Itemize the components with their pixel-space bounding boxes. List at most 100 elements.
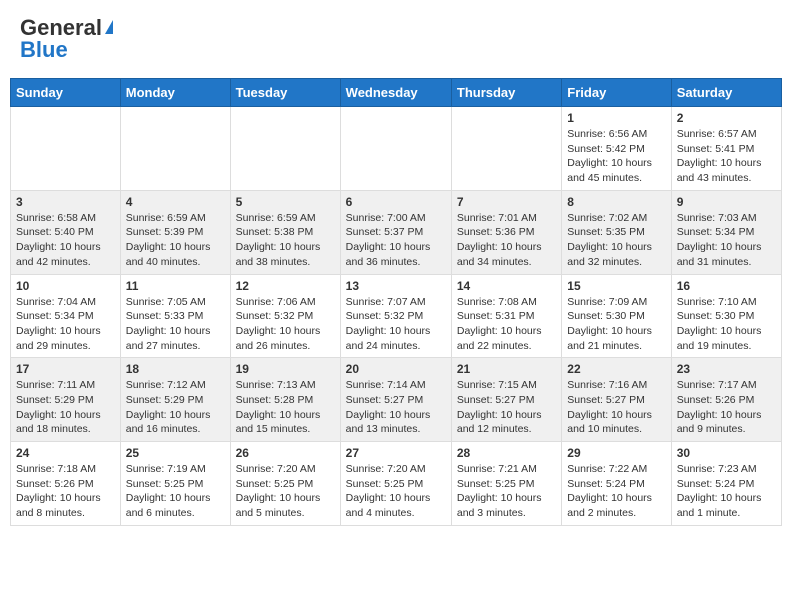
day-number: 22: [567, 362, 665, 376]
day-number: 27: [346, 446, 446, 460]
calendar-cell: 1 Sunrise: 6:56 AMSunset: 5:42 PMDaylight…: [562, 107, 671, 191]
calendar-week-4: 17 Sunrise: 7:11 AMSunset: 5:29 PMDayligh…: [11, 358, 782, 442]
calendar-cell: 22 Sunrise: 7:16 AMSunset: 5:27 PMDayligh…: [562, 358, 671, 442]
calendar-cell: 12 Sunrise: 7:06 AMSunset: 5:32 PMDayligh…: [230, 274, 340, 358]
day-number: 15: [567, 279, 665, 293]
day-number: 30: [677, 446, 776, 460]
day-info: Sunrise: 7:06 AMSunset: 5:32 PMDaylight:…: [236, 295, 335, 354]
day-info: Sunrise: 6:57 AMSunset: 5:41 PMDaylight:…: [677, 127, 776, 186]
day-number: 13: [346, 279, 446, 293]
day-info: Sunrise: 6:58 AMSunset: 5:40 PMDaylight:…: [16, 211, 115, 270]
calendar-header-wednesday: Wednesday: [340, 79, 451, 107]
calendar-week-2: 3Sunrise: 6:58 AMSunset: 5:40 PMDaylight…: [11, 190, 782, 274]
day-info: Sunrise: 6:59 AMSunset: 5:39 PMDaylight:…: [126, 211, 225, 270]
calendar-week-1: 1 Sunrise: 6:56 AMSunset: 5:42 PMDaylight…: [11, 107, 782, 191]
day-number: 26: [236, 446, 335, 460]
day-number: 9: [677, 195, 776, 209]
calendar-cell: [11, 107, 121, 191]
day-info: Sunrise: 7:11 AMSunset: 5:29 PMDaylight:…: [16, 378, 115, 437]
calendar-cell: 23 Sunrise: 7:17 AMSunset: 5:26 PMDayligh…: [671, 358, 781, 442]
calendar-cell: 21 Sunrise: 7:15 AMSunset: 5:27 PMDayligh…: [451, 358, 561, 442]
day-number: 2: [677, 111, 776, 125]
calendar-cell: 17 Sunrise: 7:11 AMSunset: 5:29 PMDayligh…: [11, 358, 121, 442]
day-number: 4: [126, 195, 225, 209]
calendar-cell: 25 Sunrise: 7:19 AMSunset: 5:25 PMDayligh…: [120, 442, 230, 526]
day-number: 11: [126, 279, 225, 293]
day-number: 17: [16, 362, 115, 376]
day-info: Sunrise: 7:19 AMSunset: 5:25 PMDaylight:…: [126, 462, 225, 521]
day-number: 8: [567, 195, 665, 209]
calendar-cell: 20 Sunrise: 7:14 AMSunset: 5:27 PMDayligh…: [340, 358, 451, 442]
day-info: Sunrise: 7:05 AMSunset: 5:33 PMDaylight:…: [126, 295, 225, 354]
calendar-table: SundayMondayTuesdayWednesdayThursdayFrid…: [10, 78, 782, 526]
calendar-cell: 29 Sunrise: 7:22 AMSunset: 5:24 PMDayligh…: [562, 442, 671, 526]
day-number: 21: [457, 362, 556, 376]
day-number: 12: [236, 279, 335, 293]
calendar-cell: 11 Sunrise: 7:05 AMSunset: 5:33 PMDayligh…: [120, 274, 230, 358]
calendar-cell: 2 Sunrise: 6:57 AMSunset: 5:41 PMDaylight…: [671, 107, 781, 191]
calendar-cell: [451, 107, 561, 191]
day-info: Sunrise: 7:00 AMSunset: 5:37 PMDaylight:…: [346, 211, 446, 270]
day-info: Sunrise: 7:16 AMSunset: 5:27 PMDaylight:…: [567, 378, 665, 437]
calendar-week-5: 24Sunrise: 7:18 AMSunset: 5:26 PMDayligh…: [11, 442, 782, 526]
day-info: Sunrise: 7:03 AMSunset: 5:34 PMDaylight:…: [677, 211, 776, 270]
day-info: Sunrise: 7:15 AMSunset: 5:27 PMDaylight:…: [457, 378, 556, 437]
day-number: 20: [346, 362, 446, 376]
day-info: Sunrise: 7:08 AMSunset: 5:31 PMDaylight:…: [457, 295, 556, 354]
day-number: 1: [567, 111, 665, 125]
calendar-cell: 7 Sunrise: 7:01 AMSunset: 5:36 PMDaylight…: [451, 190, 561, 274]
calendar-cell: 26Sunrise: 7:20 AMSunset: 5:25 PMDayligh…: [230, 442, 340, 526]
day-info: Sunrise: 7:04 AMSunset: 5:34 PMDaylight:…: [16, 295, 115, 354]
logo: General Blue: [20, 15, 113, 63]
calendar-cell: 10 Sunrise: 7:04 AMSunset: 5:34 PMDayligh…: [11, 274, 121, 358]
day-number: 10: [16, 279, 115, 293]
day-number: 25: [126, 446, 225, 460]
calendar-header-row: SundayMondayTuesdayWednesdayThursdayFrid…: [11, 79, 782, 107]
day-number: 16: [677, 279, 776, 293]
day-info: Sunrise: 6:56 AMSunset: 5:42 PMDaylight:…: [567, 127, 665, 186]
day-number: 29: [567, 446, 665, 460]
calendar-cell: 24Sunrise: 7:18 AMSunset: 5:26 PMDayligh…: [11, 442, 121, 526]
calendar-cell: 5 Sunrise: 6:59 AMSunset: 5:38 PMDaylight…: [230, 190, 340, 274]
logo-triangle-icon: [105, 20, 113, 34]
day-info: Sunrise: 7:22 AMSunset: 5:24 PMDaylight:…: [567, 462, 665, 521]
calendar-cell: 27 Sunrise: 7:20 AMSunset: 5:25 PMDayligh…: [340, 442, 451, 526]
day-number: 28: [457, 446, 556, 460]
calendar-cell: 30 Sunrise: 7:23 AMSunset: 5:24 PMDayligh…: [671, 442, 781, 526]
day-info: Sunrise: 7:10 AMSunset: 5:30 PMDaylight:…: [677, 295, 776, 354]
day-info: Sunrise: 7:23 AMSunset: 5:24 PMDaylight:…: [677, 462, 776, 521]
day-info: Sunrise: 7:17 AMSunset: 5:26 PMDaylight:…: [677, 378, 776, 437]
calendar-cell: 14Sunrise: 7:08 AMSunset: 5:31 PMDayligh…: [451, 274, 561, 358]
day-info: Sunrise: 7:07 AMSunset: 5:32 PMDaylight:…: [346, 295, 446, 354]
calendar-cell: 13 Sunrise: 7:07 AMSunset: 5:32 PMDayligh…: [340, 274, 451, 358]
page-header: General Blue: [10, 10, 782, 68]
calendar-cell: [120, 107, 230, 191]
day-info: Sunrise: 7:01 AMSunset: 5:36 PMDaylight:…: [457, 211, 556, 270]
day-info: Sunrise: 6:59 AMSunset: 5:38 PMDaylight:…: [236, 211, 335, 270]
day-info: Sunrise: 7:12 AMSunset: 5:29 PMDaylight:…: [126, 378, 225, 437]
day-number: 5: [236, 195, 335, 209]
day-number: 24: [16, 446, 115, 460]
day-info: Sunrise: 7:21 AMSunset: 5:25 PMDaylight:…: [457, 462, 556, 521]
calendar-cell: 15Sunrise: 7:09 AMSunset: 5:30 PMDayligh…: [562, 274, 671, 358]
day-info: Sunrise: 7:14 AMSunset: 5:27 PMDaylight:…: [346, 378, 446, 437]
day-info: Sunrise: 7:20 AMSunset: 5:25 PMDaylight:…: [346, 462, 446, 521]
calendar-cell: 6Sunrise: 7:00 AMSunset: 5:37 PMDaylight…: [340, 190, 451, 274]
day-number: 18: [126, 362, 225, 376]
calendar-cell: 3Sunrise: 6:58 AMSunset: 5:40 PMDaylight…: [11, 190, 121, 274]
calendar-cell: 4 Sunrise: 6:59 AMSunset: 5:39 PMDaylight…: [120, 190, 230, 274]
day-number: 23: [677, 362, 776, 376]
calendar-cell: [230, 107, 340, 191]
calendar-cell: 28 Sunrise: 7:21 AMSunset: 5:25 PMDayligh…: [451, 442, 561, 526]
calendar-header-saturday: Saturday: [671, 79, 781, 107]
calendar-header-tuesday: Tuesday: [230, 79, 340, 107]
calendar-cell: 9 Sunrise: 7:03 AMSunset: 5:34 PMDaylight…: [671, 190, 781, 274]
calendar-week-3: 10 Sunrise: 7:04 AMSunset: 5:34 PMDayligh…: [11, 274, 782, 358]
day-number: 7: [457, 195, 556, 209]
calendar-cell: 18 Sunrise: 7:12 AMSunset: 5:29 PMDayligh…: [120, 358, 230, 442]
calendar-header-thursday: Thursday: [451, 79, 561, 107]
day-info: Sunrise: 7:02 AMSunset: 5:35 PMDaylight:…: [567, 211, 665, 270]
calendar-cell: 8 Sunrise: 7:02 AMSunset: 5:35 PMDaylight…: [562, 190, 671, 274]
calendar-header-monday: Monday: [120, 79, 230, 107]
calendar-cell: [340, 107, 451, 191]
